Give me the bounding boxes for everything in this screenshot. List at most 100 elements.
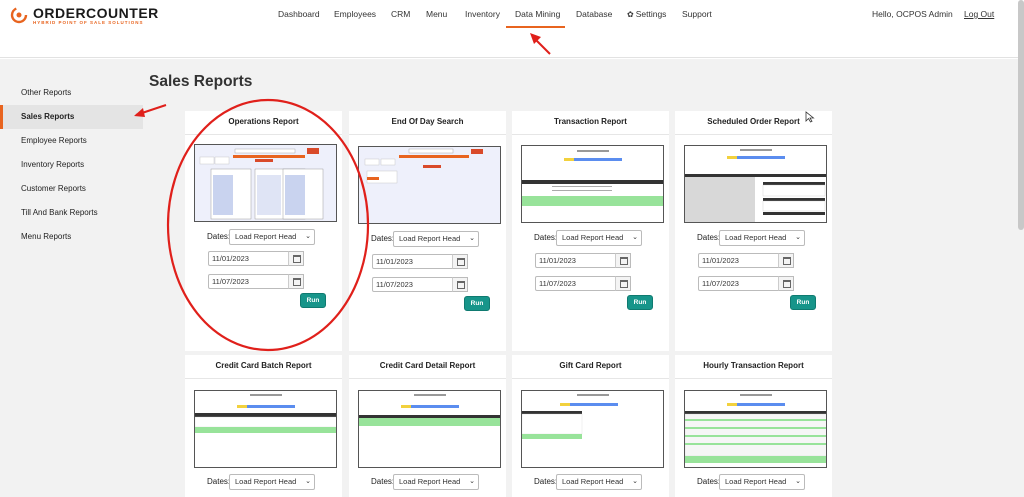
top-navbar: ORDERCOUNTER HYBRID POINT OF SALE SOLUTI… bbox=[0, 0, 1024, 58]
dates-label: Dates: bbox=[534, 233, 558, 242]
report-header-select-value: Load Report Head bbox=[562, 233, 624, 242]
end-date-calendar-button[interactable] bbox=[615, 276, 631, 291]
report-header-select[interactable]: Load Report Head ⌄ bbox=[229, 474, 315, 490]
dates-row: Dates: Load Report Head ⌄ bbox=[349, 474, 506, 490]
end-date-calendar-button[interactable] bbox=[452, 277, 468, 292]
logo-name: ORDERCOUNTER bbox=[33, 5, 159, 21]
chevron-down-icon: ⌄ bbox=[795, 478, 801, 485]
report-card-title: End Of Day Search bbox=[391, 117, 464, 126]
divider bbox=[675, 134, 832, 135]
report-card-credit-card-detail: Credit Card Detail Report Dates: Load Re… bbox=[349, 355, 506, 497]
sidebar-item-sales-reports[interactable]: Sales Reports bbox=[0, 105, 143, 129]
report-header-select[interactable]: Load Report Head ⌄ bbox=[393, 231, 479, 247]
dates-label: Dates: bbox=[371, 477, 395, 486]
nav-crm[interactable]: CRM bbox=[391, 9, 410, 19]
logout-link[interactable]: Log Out bbox=[964, 9, 994, 19]
chevron-down-icon: ⌄ bbox=[795, 234, 801, 241]
calendar-icon bbox=[457, 258, 465, 266]
nav-inventory[interactable]: Inventory bbox=[465, 9, 500, 19]
report-preview-image bbox=[522, 146, 663, 222]
report-card-scheduled-order: Scheduled Order Report Dates: Load Repor… bbox=[675, 111, 832, 351]
dates-label: Dates: bbox=[207, 477, 231, 486]
dates-label: Dates: bbox=[697, 477, 721, 486]
report-preview-image bbox=[685, 391, 826, 467]
divider bbox=[512, 134, 669, 135]
report-preview-thumbnail[interactable] bbox=[194, 390, 337, 468]
sidebar-item-employee-reports[interactable]: Employee Reports bbox=[0, 129, 143, 153]
run-button[interactable]: Run bbox=[627, 295, 653, 310]
calendar-icon bbox=[783, 257, 791, 265]
report-card-title: Scheduled Order Report bbox=[707, 117, 800, 126]
report-header-select[interactable]: Load Report Head ⌄ bbox=[556, 230, 642, 246]
dates-row: Dates: Load Report Head ⌄ bbox=[675, 230, 832, 246]
report-preview-image bbox=[359, 391, 500, 467]
chevron-down-icon: ⌄ bbox=[305, 233, 311, 240]
nav-support[interactable]: Support bbox=[682, 9, 712, 19]
report-preview-thumbnail[interactable] bbox=[194, 144, 337, 222]
report-card-operations: Operations Report Dates: Load Report Hea… bbox=[185, 111, 342, 351]
dates-row: Dates: Load Report Head ⌄ bbox=[185, 474, 342, 490]
report-header-select-value: Load Report Head bbox=[235, 232, 297, 241]
divider bbox=[512, 378, 669, 379]
main-content: Sales Reports Operations Report Dates: L… bbox=[143, 59, 1018, 497]
report-preview-image bbox=[685, 146, 826, 222]
start-date-calendar-button[interactable] bbox=[452, 254, 468, 269]
run-button[interactable]: Run bbox=[790, 295, 816, 310]
calendar-icon bbox=[783, 280, 791, 288]
calendar-icon bbox=[457, 281, 465, 289]
report-header-select[interactable]: Load Report Head ⌄ bbox=[556, 474, 642, 490]
report-preview-thumbnail[interactable] bbox=[521, 390, 664, 468]
report-preview-thumbnail[interactable] bbox=[358, 146, 501, 224]
page-title: Sales Reports bbox=[149, 73, 253, 90]
report-preview-thumbnail[interactable] bbox=[684, 390, 827, 468]
chevron-down-icon: ⌄ bbox=[632, 234, 638, 241]
report-header-select[interactable]: Load Report Head ⌄ bbox=[719, 474, 805, 490]
report-preview-image bbox=[195, 145, 336, 221]
run-button[interactable]: Run bbox=[300, 293, 326, 308]
report-card-title: Transaction Report bbox=[554, 117, 627, 126]
logo-tagline: HYBRID POINT OF SALE SOLUTIONS bbox=[33, 20, 144, 25]
divider bbox=[349, 378, 506, 379]
dates-row: Dates: Load Report Head ⌄ bbox=[675, 474, 832, 490]
sidebar-item-other-reports[interactable]: Other Reports bbox=[0, 81, 143, 105]
sidebar: Other Reports Sales Reports Employee Rep… bbox=[0, 59, 143, 497]
report-header-select[interactable]: Load Report Head ⌄ bbox=[719, 230, 805, 246]
report-preview-thumbnail[interactable] bbox=[521, 145, 664, 223]
divider bbox=[185, 378, 342, 379]
scrollbar-thumb[interactable] bbox=[1018, 0, 1024, 230]
dates-label: Dates: bbox=[371, 234, 395, 243]
chevron-down-icon: ⌄ bbox=[632, 478, 638, 485]
dates-label: Dates: bbox=[534, 477, 558, 486]
gear-icon: ✿ bbox=[627, 10, 634, 19]
run-button[interactable]: Run bbox=[464, 296, 490, 311]
end-date-calendar-button[interactable] bbox=[288, 274, 304, 289]
sidebar-item-inventory-reports[interactable]: Inventory Reports bbox=[0, 153, 143, 177]
nav-data-mining[interactable]: Data Mining bbox=[515, 9, 560, 19]
report-preview-thumbnail[interactable] bbox=[358, 390, 501, 468]
report-card-title: Operations Report bbox=[228, 117, 299, 126]
end-date-calendar-button[interactable] bbox=[778, 276, 794, 291]
report-header-select[interactable]: Load Report Head ⌄ bbox=[393, 474, 479, 490]
report-preview-thumbnail[interactable] bbox=[684, 145, 827, 223]
report-card-gift-card: Gift Card Report Dates: Load Report Head… bbox=[512, 355, 669, 497]
report-preview-image bbox=[195, 391, 336, 467]
nav-dashboard[interactable]: Dashboard bbox=[278, 9, 320, 19]
start-date-calendar-button[interactable] bbox=[778, 253, 794, 268]
divider bbox=[185, 134, 342, 135]
ordercounter-logo[interactable]: ORDERCOUNTER HYBRID POINT OF SALE SOLUTI… bbox=[10, 5, 158, 27]
calendar-icon bbox=[620, 257, 628, 265]
report-header-select[interactable]: Load Report Head ⌄ bbox=[229, 229, 315, 245]
report-header-select-value: Load Report Head bbox=[562, 477, 624, 486]
chevron-down-icon: ⌄ bbox=[469, 235, 475, 242]
nav-settings[interactable]: ✿ Settings bbox=[627, 9, 666, 19]
sidebar-item-till-and-bank-reports[interactable]: Till And Bank Reports bbox=[0, 201, 143, 225]
start-date-calendar-button[interactable] bbox=[615, 253, 631, 268]
start-date-calendar-button[interactable] bbox=[288, 251, 304, 266]
report-header-select-value: Load Report Head bbox=[399, 234, 461, 243]
nav-employees[interactable]: Employees bbox=[334, 9, 376, 19]
nav-database[interactable]: Database bbox=[576, 9, 612, 19]
nav-menu[interactable]: Menu bbox=[426, 9, 447, 19]
sidebar-item-customer-reports[interactable]: Customer Reports bbox=[0, 177, 143, 201]
report-card-title: Credit Card Detail Report bbox=[379, 361, 476, 370]
sidebar-item-menu-reports[interactable]: Menu Reports bbox=[0, 225, 143, 249]
